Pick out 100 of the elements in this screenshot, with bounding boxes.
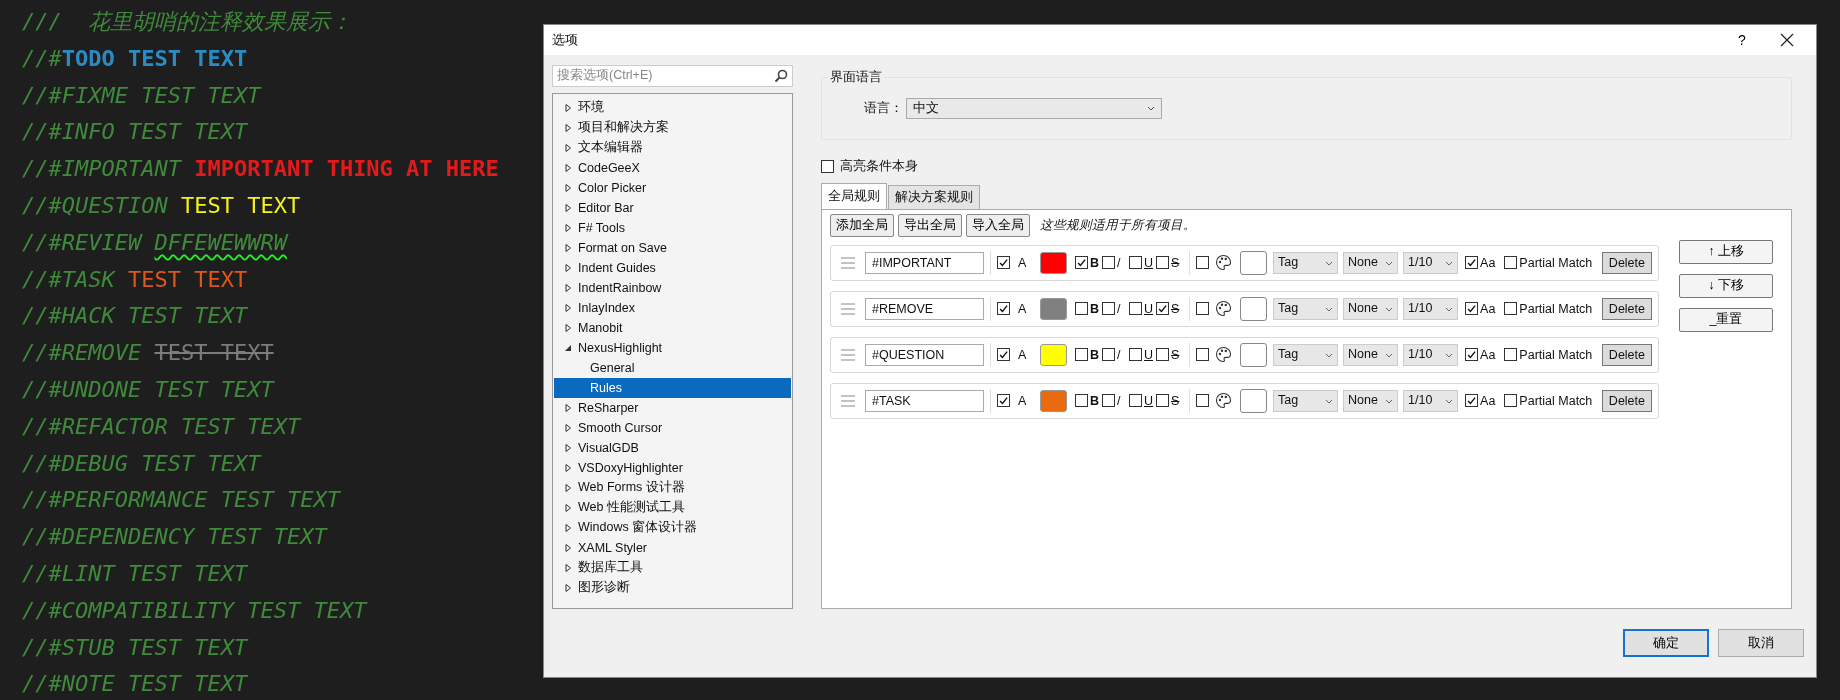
checkbox[interactable] <box>1504 302 1518 316</box>
tree-item[interactable]: VisualGDB <box>578 440 639 455</box>
expand-icon[interactable] <box>564 483 572 492</box>
drag-handle-icon[interactable] <box>841 256 855 269</box>
expand-icon[interactable] <box>564 583 572 592</box>
checkbox[interactable] <box>1129 394 1143 408</box>
tree-item[interactable]: 图形诊断 <box>578 579 630 597</box>
pattern-field[interactable]: #IMPORTANT <box>865 251 984 274</box>
tree-item[interactable]: F# Tools <box>578 220 625 235</box>
checkbox[interactable] <box>1075 256 1088 270</box>
tree-item[interactable]: Rules <box>554 377 791 398</box>
checkbox[interactable] <box>821 159 834 173</box>
tree-item[interactable]: NexusHighlight <box>578 340 663 355</box>
dropdown[interactable]: Tag <box>1273 389 1339 412</box>
checkbox[interactable] <box>1465 394 1479 408</box>
palette-icon[interactable] <box>1215 300 1233 318</box>
help-button[interactable]: ? <box>1714 25 1770 55</box>
side-button[interactable]: _重置 <box>1679 307 1773 332</box>
dropdown[interactable]: Tag <box>1273 251 1339 274</box>
checkbox[interactable] <box>1465 256 1479 270</box>
expand-icon[interactable] <box>564 443 572 452</box>
expand-icon[interactable] <box>564 283 572 292</box>
side-button[interactable]: ↑ 上移 <box>1679 239 1773 264</box>
checkbox[interactable] <box>1129 256 1143 270</box>
tree-item[interactable]: 数据库工具 <box>578 559 643 577</box>
expand-icon[interactable] <box>564 123 572 132</box>
toolbar-button[interactable]: 导入全局 <box>966 213 1030 237</box>
side-button[interactable]: ↓ 下移 <box>1679 273 1773 298</box>
expand-icon[interactable] <box>564 183 572 192</box>
tree-item[interactable]: CodeGeeX <box>578 160 640 175</box>
checkbox[interactable] <box>997 302 1010 316</box>
expand-icon[interactable] <box>564 143 572 152</box>
checkbox[interactable] <box>1504 256 1518 270</box>
expand-icon[interactable] <box>564 563 572 572</box>
dropdown[interactable]: 1/10 <box>1403 389 1459 412</box>
tree-item[interactable]: Web Forms 设计器 <box>578 479 685 497</box>
checkbox[interactable] <box>1156 302 1170 316</box>
tree-item[interactable]: Smooth Cursor <box>578 420 663 435</box>
tree-item[interactable]: ReSharper <box>578 400 639 415</box>
palette-icon[interactable] <box>1215 392 1233 410</box>
checkbox[interactable] <box>997 394 1010 408</box>
expand-icon[interactable] <box>564 523 572 532</box>
checkbox[interactable] <box>1129 302 1143 316</box>
tree-item[interactable]: 文本编辑器 <box>578 139 643 157</box>
color-swatch[interactable] <box>1040 389 1067 412</box>
dropdown[interactable]: None <box>1343 297 1399 320</box>
dropdown[interactable]: None <box>1343 389 1399 412</box>
checkbox[interactable] <box>1465 348 1479 362</box>
tree-item[interactable]: General <box>554 357 791 378</box>
dropdown[interactable]: Tag <box>1273 343 1339 366</box>
toolbar-button[interactable]: 添加全局 <box>830 213 894 237</box>
checkbox[interactable] <box>1102 394 1116 408</box>
checkbox[interactable] <box>1156 348 1170 362</box>
checkbox[interactable] <box>1075 302 1088 316</box>
expand-icon[interactable] <box>564 403 572 412</box>
checkbox[interactable] <box>1075 348 1088 362</box>
checkbox[interactable] <box>1465 302 1479 316</box>
tree-item[interactable]: 环境 <box>578 99 604 117</box>
expand-icon[interactable] <box>564 263 572 272</box>
toolbar-button[interactable]: 导出全局 <box>898 213 962 237</box>
checkbox[interactable] <box>1129 348 1143 362</box>
expand-icon[interactable] <box>564 463 572 472</box>
tab[interactable]: 全局规则 <box>821 182 887 209</box>
search-icon[interactable] <box>774 68 788 83</box>
expand-icon[interactable] <box>564 423 572 432</box>
color-swatch[interactable] <box>1040 343 1067 366</box>
background-swatch[interactable] <box>1240 250 1268 275</box>
delete-button[interactable]: Delete <box>1601 389 1652 412</box>
dropdown[interactable]: 1/10 <box>1403 343 1459 366</box>
checkbox[interactable] <box>1196 348 1210 362</box>
collapse-icon[interactable] <box>564 343 572 352</box>
delete-button[interactable]: Delete <box>1601 297 1652 320</box>
tree-item[interactable]: IndentRainbow <box>578 280 662 295</box>
drag-handle-icon[interactable] <box>841 348 855 361</box>
language-dropdown[interactable]: 中文 <box>906 97 1162 119</box>
expand-icon[interactable] <box>564 163 572 172</box>
tree-item[interactable]: Windows 窗体设计器 <box>578 519 698 537</box>
delete-button[interactable]: Delete <box>1601 343 1652 366</box>
color-swatch[interactable] <box>1040 251 1067 274</box>
tree-item[interactable]: Manobit <box>578 320 623 335</box>
dropdown[interactable]: None <box>1343 343 1399 366</box>
pattern-field[interactable]: #QUESTION <box>865 343 984 366</box>
tree-item[interactable]: Format on Save <box>578 240 667 255</box>
checkbox[interactable] <box>1102 348 1116 362</box>
expand-icon[interactable] <box>564 503 572 512</box>
color-swatch[interactable] <box>1040 297 1067 320</box>
tree-item[interactable]: Color Picker <box>578 180 647 195</box>
pattern-field[interactable]: #REMOVE <box>865 297 984 320</box>
expand-icon[interactable] <box>564 323 572 332</box>
checkbox[interactable] <box>1196 394 1210 408</box>
drag-handle-icon[interactable] <box>841 394 855 407</box>
checkbox[interactable] <box>1156 256 1170 270</box>
checkbox[interactable] <box>997 256 1010 270</box>
checkbox[interactable] <box>1102 302 1116 316</box>
dropdown[interactable]: 1/10 <box>1403 297 1459 320</box>
checkbox[interactable] <box>1196 302 1210 316</box>
background-swatch[interactable] <box>1240 296 1268 321</box>
dropdown[interactable]: 1/10 <box>1403 251 1459 274</box>
dialog-button[interactable]: 取消 <box>1718 629 1804 657</box>
palette-icon[interactable] <box>1215 346 1233 364</box>
